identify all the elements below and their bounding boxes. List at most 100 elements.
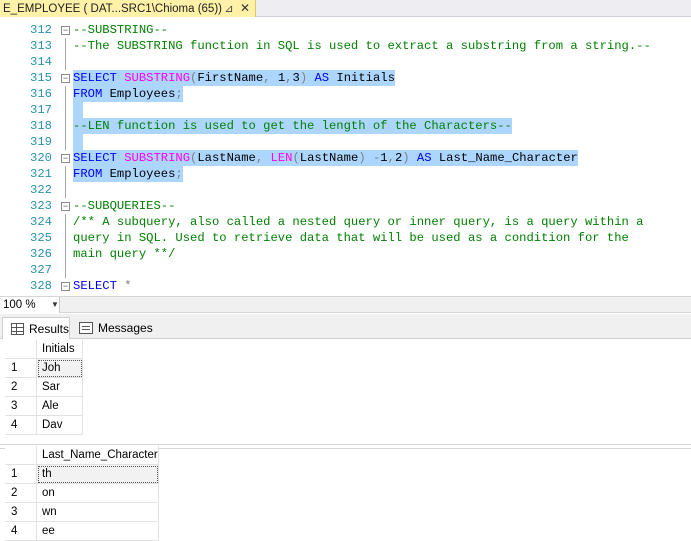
code-token: ; [175, 87, 183, 101]
code-text [73, 134, 83, 150]
code-token: Employees [109, 87, 176, 101]
fold-guide [65, 86, 66, 102]
code-token: Last_Name_Character [438, 151, 578, 165]
tab-messages[interactable]: Messages [75, 317, 153, 339]
line-number: 326 [30, 247, 52, 261]
code-token: main query **/ [73, 247, 176, 261]
code-line[interactable]: 314 [0, 54, 691, 70]
code-token: SUBSTRING [124, 71, 191, 85]
code-line[interactable]: 316 FROM Employees; [0, 86, 691, 102]
code-line[interactable]: 318 --LEN function is used to get the len… [0, 118, 691, 134]
query-tab[interactable]: E_EMPLOYEE ( DAT...SRC1\Chioma (65)) ⊿ ✕ [0, 0, 256, 17]
column-header[interactable]: Initials [37, 340, 83, 359]
table-cell[interactable]: Dav [37, 416, 83, 435]
code-line[interactable]: 326 main query **/ [0, 246, 691, 262]
fold-guide [65, 166, 66, 182]
line-number: 328 [30, 279, 52, 293]
code-token: AS [416, 151, 439, 165]
fold-guide [65, 102, 66, 118]
code-token: ( [292, 151, 300, 165]
document-tab-strip: E_EMPLOYEE ( DAT...SRC1\Chioma (65)) ⊿ ✕ [0, 0, 691, 17]
row-number[interactable]: 4 [5, 522, 37, 541]
fold-guide [65, 246, 66, 262]
query-tab-title: E_EMPLOYEE ( DAT...SRC1\Chioma (65)) [3, 2, 222, 15]
collapse-icon[interactable]: − [61, 74, 70, 83]
code-line[interactable]: 327 [0, 262, 691, 278]
collapse-icon[interactable]: − [61, 202, 70, 211]
code-line[interactable]: 321 FROM Employees; [0, 166, 691, 182]
code-line[interactable]: 320− SELECT SUBSTRING(LastName, LEN(LastN… [0, 150, 691, 166]
code-line[interactable]: 323− --SUBQUERIES-- [0, 198, 691, 214]
grid-corner[interactable] [5, 446, 37, 465]
line-number: 320 [30, 151, 52, 165]
code-line[interactable]: 317 [0, 102, 691, 118]
code-token: --SUBSTRING-- [73, 23, 169, 37]
code-token: , [387, 151, 395, 165]
code-token: , [255, 151, 271, 165]
row-number[interactable]: 2 [5, 484, 37, 503]
messages-icon [79, 322, 93, 334]
collapse-icon[interactable]: − [61, 154, 70, 163]
code-token: FirstName [197, 71, 264, 85]
line-number: 325 [30, 231, 52, 245]
code-token: 3 [292, 71, 300, 85]
code-text: query in SQL. Used to retrieve data that… [73, 230, 629, 246]
table-cell[interactable]: Ale [37, 397, 83, 416]
table-cell[interactable]: Joh [37, 359, 83, 378]
code-token: FROM [73, 167, 110, 181]
collapse-icon[interactable]: − [61, 282, 70, 291]
code-line[interactable]: 322 [0, 182, 691, 198]
line-number: 327 [30, 263, 52, 277]
code-text: --LEN function is used to get the length… [73, 118, 512, 134]
code-text: /** A subquery, also called a nested que… [73, 214, 643, 230]
table-cell[interactable]: ee [37, 522, 159, 541]
fold-guide [65, 182, 66, 198]
table-cell[interactable]: on [37, 484, 159, 503]
row-number[interactable]: 2 [5, 378, 37, 397]
code-line[interactable]: 312− --SUBSTRING-- [0, 22, 691, 38]
code-line[interactable]: 328− SELECT * [0, 278, 691, 294]
code-line[interactable]: 313 --The SUBSTRING function in SQL is us… [0, 38, 691, 54]
code-token: SUBSTRING [124, 151, 191, 165]
fold-guide [65, 118, 66, 134]
grid-corner[interactable] [5, 340, 37, 359]
line-number: 323 [30, 199, 52, 213]
code-line[interactable]: 319 [0, 134, 691, 150]
pin-icon[interactable]: ⊿ [222, 1, 236, 15]
code-text: --SUBQUERIES-- [73, 198, 175, 214]
fold-guide [65, 38, 66, 54]
code-token: , [263, 71, 278, 85]
line-number: 321 [30, 167, 52, 181]
tab-results[interactable]: Results [2, 317, 70, 339]
collapse-icon[interactable]: − [61, 26, 70, 35]
zoom-value: 100 % [3, 299, 36, 311]
code-token: * [124, 279, 132, 293]
sql-editor[interactable]: 312− --SUBSTRING-- 313 --The SUBSTRING func… [0, 18, 691, 296]
row-number[interactable]: 1 [5, 465, 37, 484]
fold-guide [65, 230, 66, 246]
row-number[interactable]: 1 [5, 359, 37, 378]
code-text: SELECT SUBSTRING(FirstName, 1,3) AS Init… [73, 70, 395, 86]
table-cell[interactable]: th [37, 465, 159, 484]
table-cell[interactable]: Sar [37, 378, 83, 397]
code-token: LastName [197, 151, 256, 165]
code-token: LastName [299, 151, 359, 165]
code-line[interactable]: 324 /** A subquery, also called a nested … [0, 214, 691, 230]
line-number: 319 [30, 135, 52, 149]
zoom-select[interactable]: 100 % ▼ [0, 297, 60, 313]
row-number[interactable]: 3 [5, 503, 37, 522]
editor-status-bar: 100 % ▼ [0, 296, 691, 313]
editor-scrollbar[interactable] [686, 18, 691, 296]
line-number: 316 [30, 87, 52, 101]
chevron-down-icon[interactable]: ▼ [51, 300, 59, 309]
row-number[interactable]: 4 [5, 416, 37, 435]
row-number[interactable]: 3 [5, 397, 37, 416]
close-icon[interactable]: ✕ [238, 1, 252, 15]
line-number: 314 [30, 55, 52, 69]
tab-results-label: Results [28, 321, 69, 336]
code-line[interactable]: 325 query in SQL. Used to retrieve data t… [0, 230, 691, 246]
code-line[interactable]: 315− SELECT SUBSTRING(FirstName, 1,3) AS … [0, 70, 691, 86]
table-cell[interactable]: wn [37, 503, 159, 522]
column-header[interactable]: Last_Name_Character [37, 446, 159, 465]
tab-messages-label: Messages [98, 321, 153, 335]
